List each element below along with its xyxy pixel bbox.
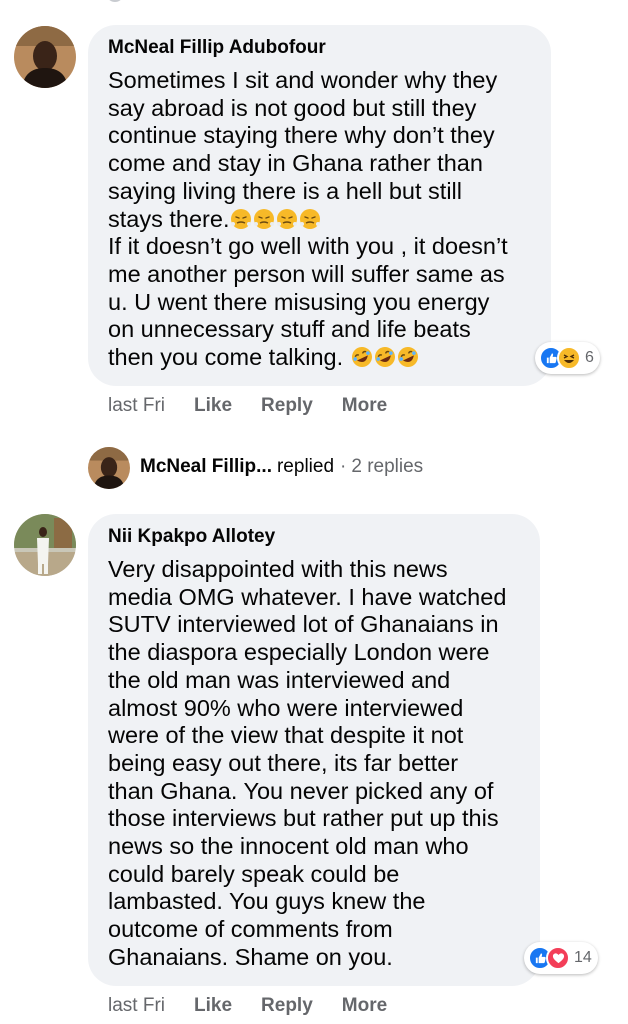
comment-text-line: could barely speak could be xyxy=(108,860,400,887)
triumph-face-icon xyxy=(254,208,275,229)
like-button[interactable]: Like xyxy=(194,995,232,1017)
profile-photo-icon xyxy=(14,514,76,576)
comment-text-line: Sometimes I sit and wonder why they xyxy=(108,67,498,93)
view-replies-link[interactable]: McNeal Fillip... replied · 2 replies xyxy=(140,456,423,478)
comment-text-line: lambasted. You guys knew the xyxy=(108,888,426,915)
comment-author-name[interactable]: Nii Kpakpo Allotey xyxy=(108,526,275,548)
comment-bubble-2: Nii Kpakpo Allotey Very disappointed wit… xyxy=(88,514,540,986)
comment-text-line: than Ghana. You never picked any of xyxy=(108,777,494,804)
comment-bubble-1: McNeal Fillip Adubofour Sometimes I sit … xyxy=(88,25,551,386)
comment-text-line: on unnecessary stuff and life beats xyxy=(108,316,471,343)
comment-text-line-with-emoji: then you come talking. xyxy=(108,344,419,372)
comment-text-span: then you come talking. xyxy=(108,344,350,370)
comment-text-line: were of the view that despite it not xyxy=(108,722,464,749)
reply-button[interactable]: Reply xyxy=(261,395,313,417)
comment-text-line: say abroad is not good but still they xyxy=(108,94,477,121)
previous-content-edge xyxy=(108,0,122,2)
comment-text-line: those interviews but rather put up this xyxy=(108,805,499,832)
comment-text-line: almost 90% who were interviewed xyxy=(108,694,464,721)
comment-text-span: stays there. xyxy=(108,205,230,232)
comment-timestamp[interactable]: last Fri xyxy=(108,395,165,417)
rolling-laughing-face-icon xyxy=(397,347,418,367)
rolling-laughing-face-icon xyxy=(351,347,372,367)
comment-text-line: u. U went there misusing you energy xyxy=(108,288,490,315)
more-button[interactable]: More xyxy=(342,995,387,1017)
comment-text-line: continue staying there why don’t they xyxy=(108,122,495,149)
reply-author-name: McNeal Fillip... xyxy=(140,456,272,477)
comment-timestamp[interactable]: last Fri xyxy=(108,995,165,1017)
more-button[interactable]: More xyxy=(342,395,387,417)
triumph-face-icon xyxy=(300,208,321,229)
like-button[interactable]: Like xyxy=(194,395,232,417)
comment-text-line: SUTV interviewed lot of Ghanaians in xyxy=(108,611,499,638)
comment-text-line: news so the innocent old man who xyxy=(108,833,469,859)
reply-verb: replied xyxy=(276,456,335,477)
comment-text-line: the diaspora especially London were xyxy=(108,639,490,666)
avatar-commenter-2[interactable] xyxy=(14,514,76,576)
profile-photo-icon xyxy=(88,447,130,489)
comment-text-line: the old man was interviewed and xyxy=(108,666,451,693)
comment-text-line: me another person will suffer same as xyxy=(108,260,505,287)
triumph-face-icon xyxy=(277,208,298,229)
comment-actions-2: last Fri Like Reply More xyxy=(108,995,387,1017)
haha-icon xyxy=(557,346,581,370)
love-icon xyxy=(546,946,570,970)
reaction-count: 14 xyxy=(574,949,592,966)
comment-text-line-with-emoji: stays there. xyxy=(108,206,321,234)
comment-actions-1: last Fri Like Reply More xyxy=(108,395,387,417)
comment-text-line: come and stay in Ghana rather than xyxy=(108,150,483,177)
avatar-reply-author[interactable] xyxy=(88,447,130,489)
comment-text-line: being easy out there, its far better xyxy=(108,749,459,776)
comment-author-name[interactable]: McNeal Fillip Adubofour xyxy=(108,37,326,59)
reply-count: 2 replies xyxy=(351,456,424,477)
profile-photo-icon xyxy=(14,26,76,88)
avatar-commenter-1[interactable] xyxy=(14,26,76,88)
triumph-face-icon xyxy=(231,208,252,229)
comment-text-line: If it doesn’t go well with you , it does… xyxy=(108,233,508,260)
comment-text-line: Ghanaians. Shame on you. xyxy=(108,943,393,970)
comment-text-line: saying living there is a hell but still xyxy=(108,177,462,204)
comment-text-line: Very disappointed with this news xyxy=(108,556,448,582)
comment-text-line: media OMG whatever. I have watched xyxy=(108,583,507,610)
reaction-summary-1[interactable]: 6 xyxy=(535,342,600,374)
rolling-laughing-face-icon xyxy=(374,347,395,367)
comment-text-line: outcome of comments from xyxy=(108,916,393,943)
reply-button[interactable]: Reply xyxy=(261,995,313,1017)
reaction-summary-2[interactable]: 14 xyxy=(524,942,598,974)
reaction-count: 6 xyxy=(585,349,594,366)
separator-dot: · xyxy=(340,456,347,477)
